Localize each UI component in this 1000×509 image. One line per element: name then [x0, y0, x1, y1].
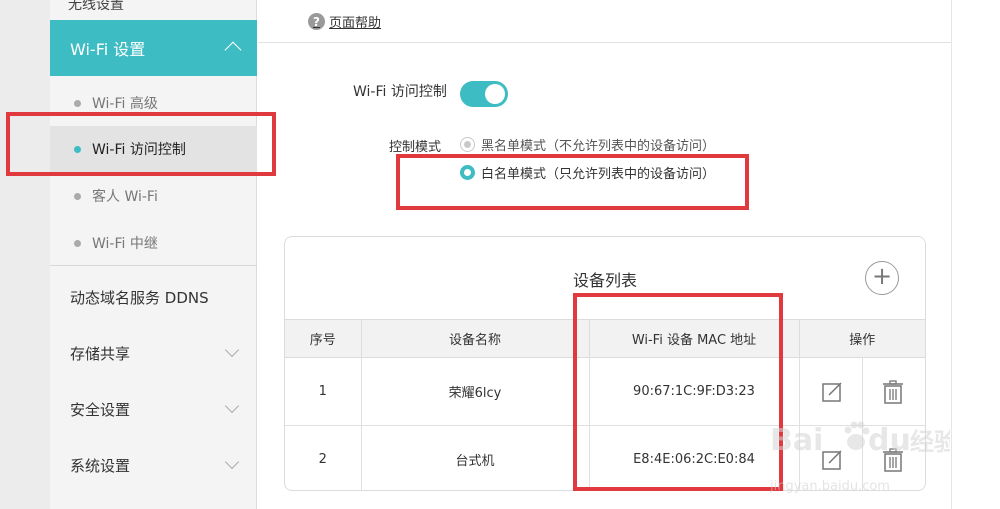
chevron-down-icon [224, 454, 240, 470]
radio-whitelist-mode[interactable]: 白名单模式（只允许列表中的设备访问） [460, 163, 715, 182]
menu-wifi-settings-label: Wi-Fi 设置 [70, 40, 146, 59]
sidebar-item-wifi-advanced[interactable]: Wi-Fi 高级 [50, 80, 257, 126]
watermark-cn-text: 经验 [910, 428, 950, 456]
table-header-row: 序号 设备名称 Wi-Fi 设备 MAC 地址 操作 [285, 319, 925, 358]
menu-ddns[interactable]: 动态域名服务 DDNS [50, 269, 257, 325]
watermark-brand-text-2: du [868, 423, 911, 458]
add-device-button[interactable]: + [865, 261, 899, 295]
wifi-access-control-label: Wi-Fi 访问控制 [353, 84, 447, 100]
bullet-icon [74, 146, 81, 153]
baidu-jingyan-watermark: Bai du 经验 jingyan.baidu.com [770, 421, 950, 494]
chevron-down-icon [224, 342, 240, 358]
row-mac-address: 90:67:1C:9F:D3:23 [589, 357, 800, 426]
row-index: 1 [285, 357, 362, 426]
column-header-actions: 操作 [799, 319, 925, 358]
bullet-icon [74, 240, 81, 247]
left-margin [0, 0, 50, 509]
content-right-border [951, 0, 952, 509]
wifi-access-control-toggle[interactable] [460, 81, 508, 107]
radio-label: 白名单模式（只允许列表中的设备访问） [481, 167, 716, 182]
radio-label: 黑名单模式（不允许列表中的设备访问） [481, 139, 716, 154]
chevron-down-icon [224, 398, 240, 414]
sidebar-item-label: 客人 Wi-Fi [92, 189, 158, 205]
radio-unchecked-icon[interactable] [460, 137, 475, 152]
radio-checked-icon[interactable] [460, 165, 475, 180]
column-header-index: 序号 [285, 319, 362, 358]
device-list-title: 设备列表 [572, 271, 637, 290]
menu-label: 存储共享 [70, 344, 131, 363]
watermark-brand-text: Bai [770, 423, 823, 458]
control-mode-label: 控制模式 [389, 140, 442, 155]
help-icon: ? [308, 13, 325, 30]
row-device-name: 荣耀6lcy [361, 357, 590, 426]
menu-label: 安全设置 [70, 400, 131, 419]
sidebar-cut-item[interactable]: 无线设置 [68, 0, 124, 14]
sidebar-item-label: Wi-Fi 中继 [92, 236, 158, 252]
row-index: 2 [285, 425, 362, 490]
watermark-url: jingyan.baidu.com [770, 479, 890, 494]
sidebar-item-guest-wifi[interactable]: 客人 Wi-Fi [50, 173, 257, 219]
menu-label: 动态域名服务 DDNS [70, 288, 209, 307]
chevron-up-icon [224, 41, 242, 59]
menu-system-settings[interactable]: 系统设置 [50, 437, 257, 493]
sidebar-item-label: Wi-Fi 高级 [92, 96, 158, 112]
menu-storage-sharing[interactable]: 存储共享 [50, 325, 257, 381]
header-divider [258, 42, 951, 43]
sidebar-item-wifi-repeater[interactable]: Wi-Fi 中继 [50, 220, 257, 266]
sidebar: 无线设置 Wi-Fi 设置 Wi-Fi 高级 Wi-Fi 访问控制 客人 Wi-… [50, 0, 257, 509]
menu-wifi-settings[interactable]: Wi-Fi 设置 [50, 20, 257, 76]
bullet-icon [74, 100, 81, 107]
row-mac-address: E8:4E:06:2C:E0:84 [589, 425, 800, 490]
menu-label: 系统设置 [70, 456, 131, 475]
toggle-knob [485, 84, 505, 104]
sidebar-item-wifi-access-control[interactable]: Wi-Fi 访问控制 [50, 126, 257, 172]
menu-security-settings[interactable]: 安全设置 [50, 381, 257, 437]
column-header-mac: Wi-Fi 设备 MAC 地址 [589, 319, 800, 358]
sidebar-divider [50, 265, 257, 266]
page-help-link[interactable]: ? 页面帮助 [308, 12, 381, 31]
sidebar-item-label: Wi-Fi 访问控制 [92, 142, 186, 158]
radio-blacklist-mode[interactable]: 黑名单模式（不允许列表中的设备访问） [460, 135, 715, 154]
page-help-label: 页面帮助 [329, 16, 382, 31]
row-device-name: 台式机 [361, 425, 590, 490]
column-header-device-name: 设备名称 [361, 319, 590, 358]
paw-icon [844, 421, 870, 450]
bullet-icon [74, 193, 81, 200]
